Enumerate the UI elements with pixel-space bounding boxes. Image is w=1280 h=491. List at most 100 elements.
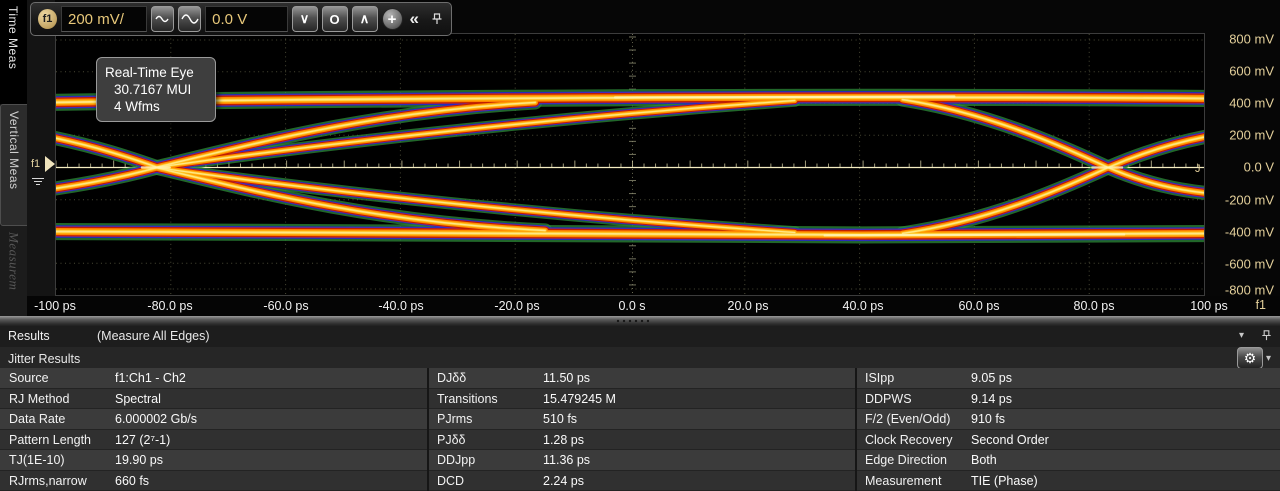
waveform-small-icon[interactable] <box>151 6 174 32</box>
tooltip-wfms: 4 Wfms <box>105 98 207 115</box>
vertical-scale-value: 200 mV/ <box>68 11 124 28</box>
source-badge[interactable]: f1 <box>38 9 57 29</box>
results-column: Source f1:Ch1 - Ch2 RJ Method Spectral Data … <box>0 368 427 491</box>
sidebar-tab-measurement[interactable]: Measurem <box>0 226 27 316</box>
f1-reference-marker[interactable]: f1 <box>29 152 55 192</box>
jitter-results-label: Jitter Results <box>8 352 80 366</box>
result-value: 11.36 ps <box>543 453 590 467</box>
sidebar-tab-vertical-meas[interactable]: Vertical Meas <box>0 104 27 226</box>
gear-menu-icon[interactable]: ▾ <box>1266 353 1271 364</box>
result-label: F/2 (Even/Odd) <box>865 412 950 426</box>
x-axis-tick-label: -100 ps <box>34 299 76 313</box>
result-label: PJδδ <box>437 433 466 447</box>
channel-toolbar: f1 200 mV/ 0.0 V ∨ O ∧ + « <box>30 2 452 36</box>
result-row: Edge DirectionBoth <box>856 450 1280 471</box>
eye-status-tooltip: Real-Time Eye 30.7167 MUI 4 Wfms <box>96 57 216 122</box>
tooltip-mui: 30.7167 MUI <box>105 81 207 98</box>
result-row: DDJpp 11.36 ps <box>428 450 855 471</box>
offset-up-button[interactable]: ∧ <box>352 6 378 32</box>
tooltip-title: Real-Time Eye <box>105 64 207 81</box>
result-label: Clock Recovery <box>865 433 953 447</box>
result-value: 510 fs <box>543 412 577 426</box>
vertical-scale-field[interactable]: 200 mV/ <box>61 6 147 32</box>
time-axis: f1 -100 ps-80.0 ps-60.0 ps-40.0 ps-20.0 … <box>27 296 1280 316</box>
result-label: DDJpp <box>437 453 475 467</box>
result-value: 127 (2⁷-1) <box>115 433 170 447</box>
result-row: Pattern Length 127 (2⁷-1) <box>0 430 427 451</box>
f1-marker-label: f1 <box>31 158 40 170</box>
eye-diagram: J <box>56 34 1204 295</box>
x-axis-tick-label: -80.0 ps <box>147 299 192 313</box>
result-row: Transitions15.479245 M <box>428 389 855 410</box>
y-axis-tick-label: 200 mV <box>1229 128 1274 143</box>
results-column: ISIpp 9.05 ps DDPWS 9.14 ps F/2 (Even/Odd) 91… <box>856 368 1280 491</box>
offset-zero-button[interactable]: O <box>322 6 348 32</box>
measurement-sidebar: Time Meas Vertical Meas Measurem <box>0 0 27 316</box>
vertical-offset-field[interactable]: 0.0 V <box>205 6 287 32</box>
panel-splitter[interactable] <box>0 316 1280 326</box>
result-row: DCD2.24 ps <box>428 471 855 491</box>
result-row: TJ(1E-10) 19.90 ps <box>0 450 427 471</box>
result-value: 9.14 ps <box>971 392 1012 406</box>
result-label: DDPWS <box>865 392 912 406</box>
result-value: 19.90 ps <box>115 453 163 467</box>
splitter-grip-icon[interactable] <box>615 319 649 323</box>
result-value: 11.50 ps <box>543 371 590 385</box>
results-pin-icon[interactable] <box>1260 329 1273 342</box>
eye-diagram-plot[interactable]: J <box>55 33 1205 296</box>
results-menu-icon[interactable]: ▾ <box>1239 330 1244 341</box>
result-row: RJrms,narrow660 fs <box>0 471 427 491</box>
y-axis-tick-label: 0.0 V <box>1244 160 1274 175</box>
result-value: 660 fs <box>115 474 149 488</box>
scope-display: f1 J 800 mV600 mV400 mV200 mV0.0 V-200 m… <box>27 0 1280 296</box>
result-row: Measurement TIE (Phase) <box>856 471 1280 491</box>
x-axis-tick-label: -40.0 ps <box>378 299 423 313</box>
result-row: DDPWS 9.14 ps <box>856 389 1280 410</box>
pin-icon[interactable] <box>430 12 444 26</box>
result-value: 910 fs <box>971 412 1005 426</box>
results-panel: Results (Measure All Edges) ▾ Jitter Res… <box>0 326 1280 491</box>
x-axis-tick-label: 20.0 ps <box>727 299 768 313</box>
result-row: ISIpp 9.05 ps <box>856 368 1280 389</box>
result-row: Data Rate6.000002 Gb/s <box>0 409 427 430</box>
result-value: Second Order <box>971 433 1049 447</box>
result-row: DJδδ11.50 ps <box>428 368 855 389</box>
x-axis-tick-label: -20.0 ps <box>494 299 539 313</box>
results-column: DJδδ11.50 psTransitions15.479245 M PJrms 5… <box>428 368 855 491</box>
x-axis-tick-label: 40.0 ps <box>842 299 883 313</box>
axis-source-label: f1 <box>1256 298 1266 312</box>
result-label: RJ Method <box>9 392 69 406</box>
result-label: Source <box>9 371 49 385</box>
x-axis-tick-label: 100 ps <box>1190 299 1228 313</box>
result-label: Transitions <box>437 392 498 406</box>
sidebar-tab-time-meas[interactable]: Time Meas <box>0 0 27 104</box>
y-axis-tick-label: -200 mV <box>1225 193 1274 208</box>
result-label: ISIpp <box>865 371 894 385</box>
y-axis-tick-label: 400 mV <box>1229 96 1274 111</box>
result-row: F/2 (Even/Odd) 910 fs <box>856 409 1280 430</box>
result-value: 9.05 ps <box>971 371 1012 385</box>
result-value: Spectral <box>115 392 161 406</box>
y-axis-tick-label: 600 mV <box>1229 64 1274 79</box>
result-label: Edge Direction <box>865 453 947 467</box>
result-label: DCD <box>437 474 464 488</box>
y-axis-tick-label: -400 mV <box>1225 225 1274 240</box>
result-label: PJrms <box>437 412 472 426</box>
jitter-results-table: Source f1:Ch1 - Ch2 RJ Method Spectral Data … <box>0 368 1280 491</box>
gear-icon[interactable]: ⚙ <box>1237 347 1263 369</box>
result-value: f1:Ch1 - Ch2 <box>115 371 186 385</box>
result-label: TJ(1E-10) <box>9 453 65 467</box>
voltage-axis: 800 mV600 mV400 mV200 mV0.0 V-200 mV-400… <box>1205 0 1280 296</box>
offset-down-button[interactable]: ∨ <box>292 6 318 32</box>
right-level-marker: J <box>1195 163 1200 175</box>
collapse-icon[interactable]: « <box>407 9 420 29</box>
result-value: 6.000002 Gb/s <box>115 412 197 426</box>
result-label: Pattern Length <box>9 433 91 447</box>
result-value: TIE (Phase) <box>971 474 1038 488</box>
result-label: Measurement <box>865 474 941 488</box>
y-axis-tick-label: -600 mV <box>1225 257 1274 272</box>
add-icon[interactable]: + <box>382 8 403 30</box>
waveform-large-icon[interactable] <box>178 6 201 32</box>
x-axis-tick-label: 0.0 s <box>618 299 645 313</box>
x-axis-tick-label: 60.0 ps <box>958 299 999 313</box>
